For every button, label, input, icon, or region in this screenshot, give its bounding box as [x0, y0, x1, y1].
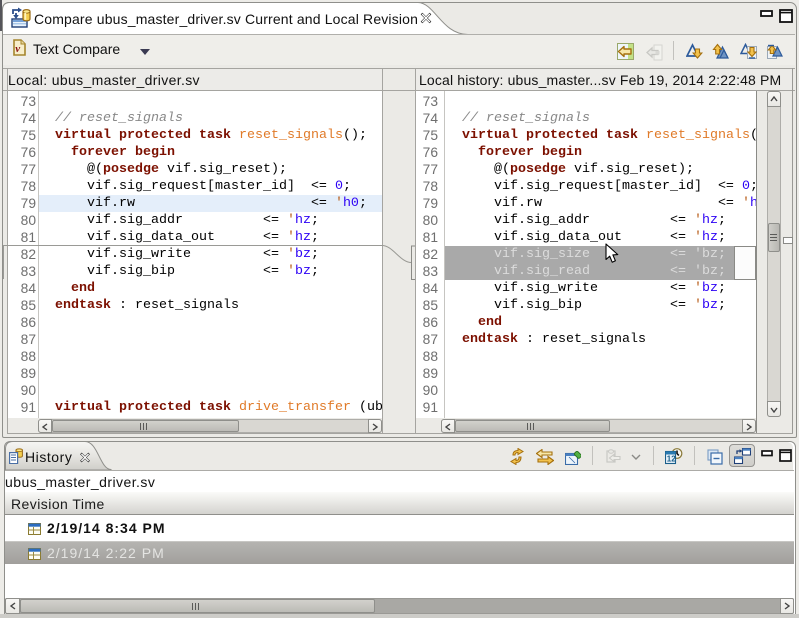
svg-text:12: 12: [667, 455, 676, 464]
svg-text:v: v: [15, 43, 20, 55]
